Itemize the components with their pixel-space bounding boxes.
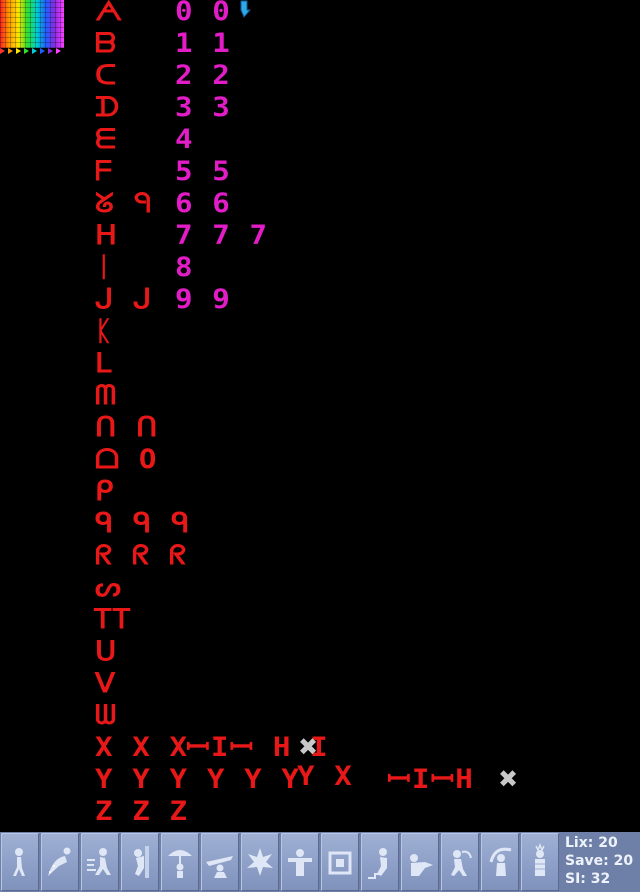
number-6: 6 6 <box>175 188 231 219</box>
bridge-piece-2: ꟷIꟷH <box>387 764 474 795</box>
letter-r: ᖇ ᖇ ᖇ <box>95 540 188 571</box>
blocker-skill-button[interactable] <box>281 833 319 891</box>
miner-icon <box>451 850 472 876</box>
glider-icon <box>206 856 233 878</box>
si-count: 32 <box>590 871 611 887</box>
letter-f: ᖴ <box>95 156 114 187</box>
exploder-skill-button[interactable] <box>241 833 279 891</box>
climber-skill-button[interactable] <box>121 833 159 891</box>
letter-e: ᗴ <box>95 124 118 155</box>
letter-j: ᒍ ᒍ <box>95 284 153 315</box>
glider-skill-button[interactable] <box>201 833 239 891</box>
letter-y-extra: Y X <box>297 761 353 792</box>
number-0: 0 0 <box>175 0 231 27</box>
number-5: 5 5 <box>175 156 231 187</box>
letter-o: ᗝ O <box>95 444 158 475</box>
platformer-skill-button[interactable] <box>321 833 359 891</box>
walker-skill-button[interactable] <box>1 833 39 891</box>
miner-skill-button[interactable] <box>441 833 479 891</box>
number-7: 7 7 7 <box>175 220 269 251</box>
letter-h: ᕼ <box>95 220 119 251</box>
letter-y-row: Y Y Y Y Y Y <box>95 764 300 795</box>
letter-p: ᑭ <box>95 476 115 507</box>
letter-m: ᗰ <box>95 380 118 411</box>
blocker-icon <box>288 849 312 876</box>
letter-l: ᒪ <box>95 348 113 379</box>
si-label: SI: <box>565 871 586 887</box>
letter-b: ᗷ <box>95 28 118 59</box>
level-stats: Lix: 20 Save: 20 SI: 32 <box>560 832 640 892</box>
number-3: 3 3 <box>175 92 231 123</box>
lix-count: 20 <box>598 835 618 851</box>
floater-icon <box>168 850 192 878</box>
letter-v: ᐯ <box>95 668 117 699</box>
runner-icon <box>87 848 111 875</box>
builder-skill-button[interactable] <box>361 833 399 891</box>
lix-label: Lix: <box>565 835 594 851</box>
number-8: 8 <box>175 252 194 283</box>
letter-x-row: X X X <box>95 732 189 763</box>
letter-g: ᘜ ᑫ <box>95 188 152 219</box>
level-canvas[interactable]: ᗅ ᗷ ᑕ ᗪ ᗴ ᖴ ᘜ ᑫ ᕼ ᛁ ᒍ ᒍ ᛕ ᒪ ᗰ ᑎ ᑎ ᗝ O ᑭ … <box>0 0 640 832</box>
number-4: 4 <box>175 124 194 155</box>
letter-d: ᗪ <box>95 92 121 123</box>
letter-k: ᛕ <box>95 316 114 347</box>
cuber-skill-button[interactable] <box>521 833 559 891</box>
number-1: 1 1 <box>175 28 231 59</box>
letter-n: ᑎ ᑎ <box>95 412 159 443</box>
letter-q: ᑫ ᑫ ᑫ <box>95 508 191 539</box>
basher-skill-button[interactable] <box>401 833 439 891</box>
arrow-strip <box>0 48 64 56</box>
jumper-icon <box>48 847 71 876</box>
platformer-icon <box>328 851 352 875</box>
save-count: 20 <box>613 853 634 869</box>
letter-i: ᛁ <box>95 252 114 283</box>
cuber-icon <box>535 842 545 876</box>
number-9: 9 9 <box>175 284 231 315</box>
number-2: 2 2 <box>175 60 231 91</box>
walker-icon <box>13 848 25 876</box>
exploder-icon <box>247 848 273 876</box>
letter-a: ᗅ <box>95 0 124 27</box>
skill-toolbar: Lix: 20 Save: 20 SI: 32 <box>0 832 640 892</box>
climber-icon <box>134 846 149 878</box>
letter-w: ᗯ <box>95 700 118 731</box>
close-icon: ✖ <box>498 765 519 793</box>
digger-skill-button[interactable] <box>481 833 519 891</box>
basher-icon <box>410 854 433 876</box>
pointer-cursor-icon <box>240 0 252 18</box>
letter-t: ᎢᎢ <box>95 604 133 635</box>
digger-icon <box>489 847 512 876</box>
builder-icon <box>368 848 387 879</box>
rainbow-tile-block <box>0 0 64 48</box>
letter-z-row: Z Z Z <box>95 796 189 827</box>
letter-s: ᔕ <box>95 572 123 603</box>
jumper-skill-button[interactable] <box>41 833 79 891</box>
runner-skill-button[interactable] <box>81 833 119 891</box>
letter-c: ᑕ <box>95 60 118 91</box>
save-label: Save: <box>565 853 609 869</box>
close-icon: ✖ <box>298 733 319 761</box>
letter-u: ᑌ <box>95 636 118 667</box>
floater-skill-button[interactable] <box>161 833 199 891</box>
